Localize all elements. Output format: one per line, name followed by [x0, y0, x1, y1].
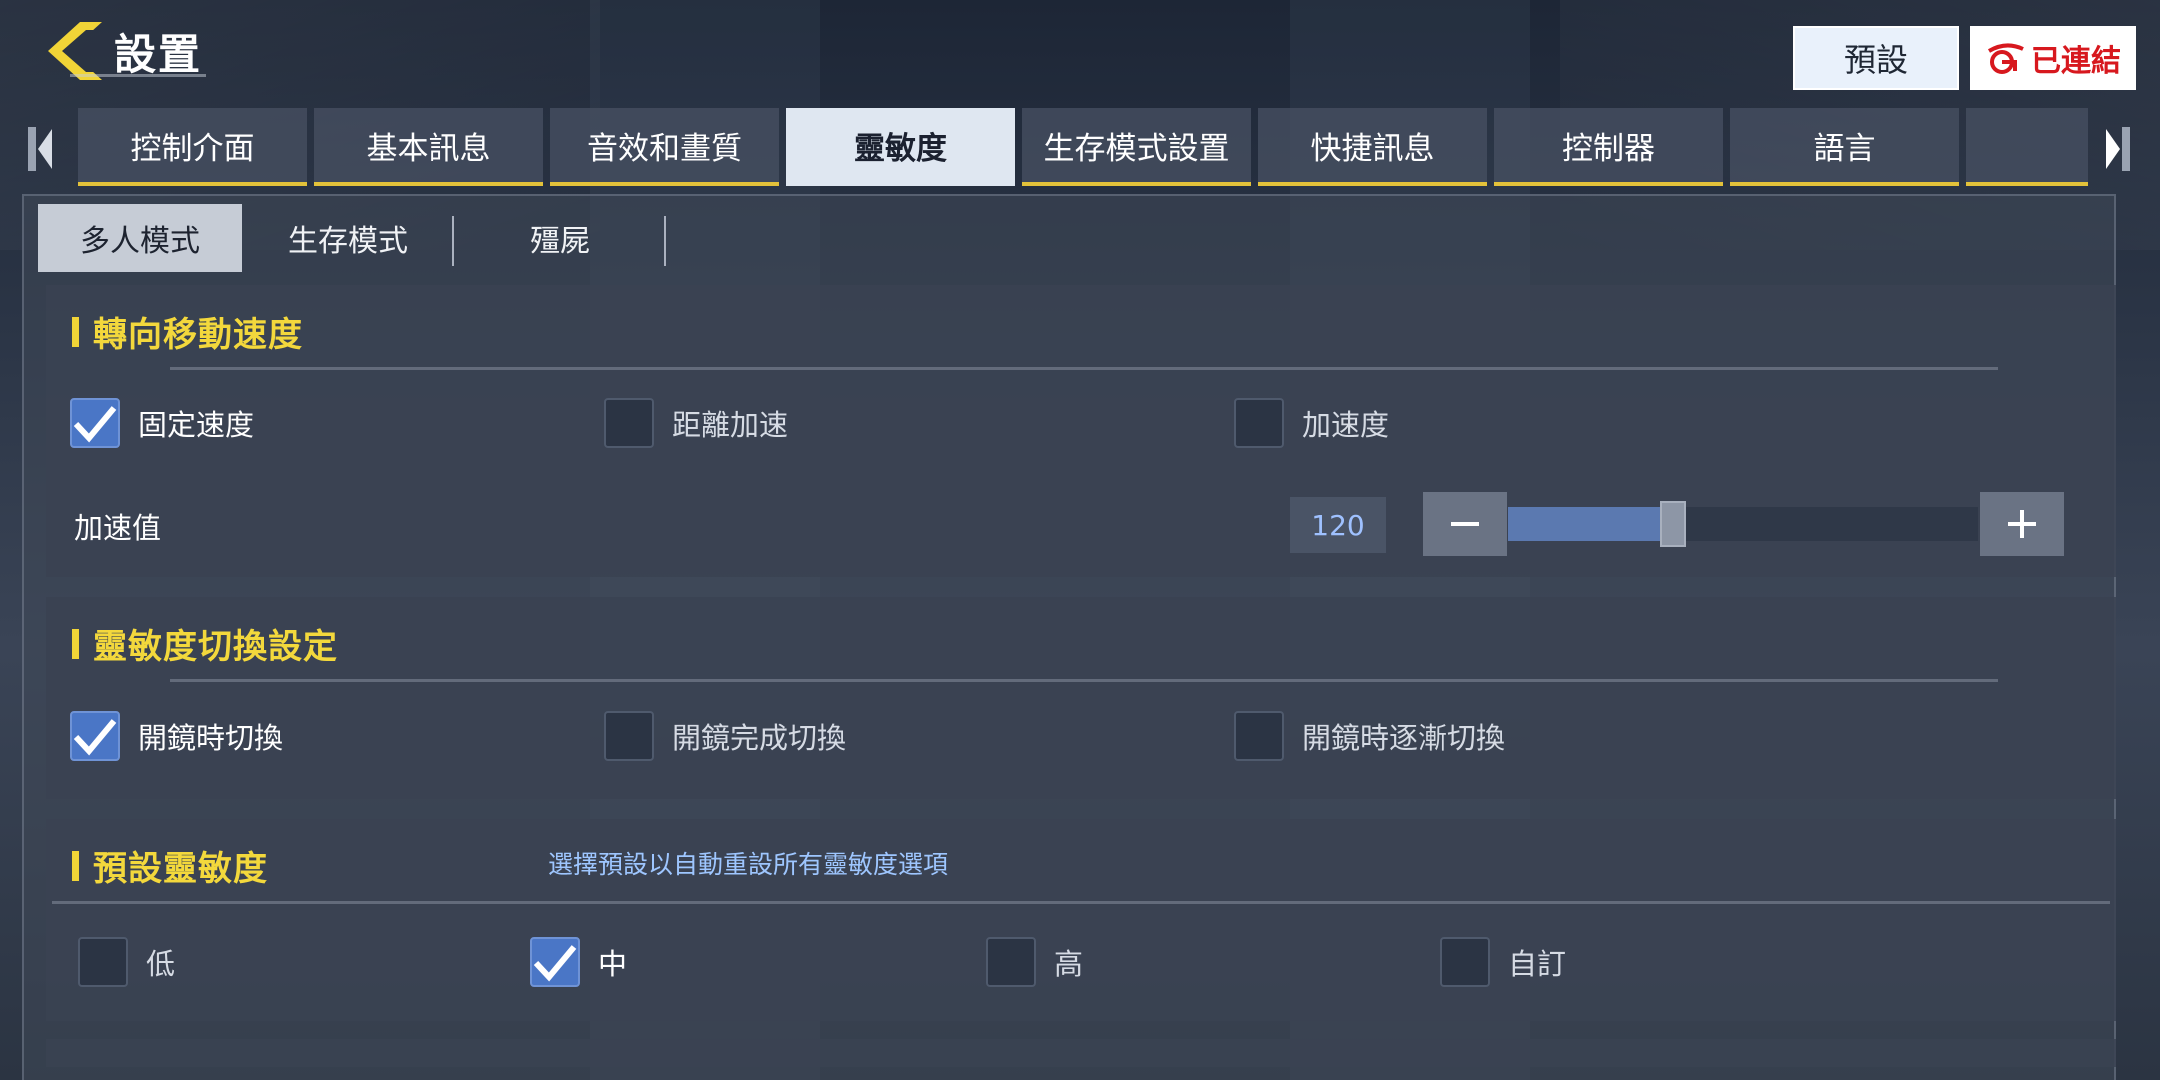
accel-slider[interactable]	[1508, 501, 1978, 547]
checkbox[interactable]	[78, 937, 128, 987]
checkbox[interactable]	[604, 711, 654, 761]
accel-value-label: 加速值	[74, 511, 162, 545]
tab-control-ui[interactable]: 控制介面	[78, 108, 307, 186]
subtab-zombies[interactable]: 殭屍	[454, 204, 666, 272]
checkbox[interactable]	[70, 398, 120, 448]
option-label: 固定速度	[138, 408, 255, 442]
option-label: 低	[146, 947, 176, 981]
connected-badge[interactable]: 已連結	[1970, 26, 2136, 90]
next-section-peek	[46, 1039, 2116, 1067]
title-marker	[72, 628, 79, 659]
minus-icon	[1451, 522, 1479, 526]
option-label: 開鏡時逐漸切換	[1302, 721, 1506, 755]
option-label: 高	[1054, 947, 1084, 981]
page-title: 設置	[114, 29, 203, 79]
chevron-right-icon	[2106, 127, 2130, 171]
option-acceleration[interactable]: 加速度	[1234, 398, 1389, 448]
section-title-text: 靈敏度切換設定	[93, 627, 338, 667]
option-switch-gradual[interactable]: 開鏡時逐漸切換	[1234, 711, 1505, 761]
option-high[interactable]: 高	[986, 937, 1083, 987]
option-low[interactable]: 低	[78, 937, 175, 987]
preset-hint: 選擇預設以自動重設所有靈敏度選項	[548, 850, 949, 879]
brand-logo-icon	[1987, 43, 2024, 74]
increase-button[interactable]	[1980, 492, 2064, 556]
option-label: 加速度	[1302, 408, 1390, 442]
plus-icon	[2008, 510, 2036, 538]
tab-audio-graphics[interactable]: 音效和畫質	[550, 108, 779, 186]
option-label: 開鏡時切換	[138, 721, 284, 755]
checkbox[interactable]	[530, 937, 580, 987]
turn-speed-section: 轉向移動速度 固定速度 距離加速 加速度 加速值 120	[46, 285, 2116, 577]
checkmark-icon	[73, 719, 117, 756]
checkbox[interactable]	[1440, 937, 1490, 987]
section-title: 靈敏度切換設定	[72, 619, 338, 668]
section-divider	[170, 679, 1998, 682]
option-switch-after-ads[interactable]: 開鏡完成切換	[604, 711, 846, 761]
option-medium[interactable]: 中	[530, 937, 627, 987]
option-label: 距離加速	[672, 408, 789, 442]
preset-sensitivity-section: 預設靈敏度 選擇預設以自動重設所有靈敏度選項 低 中 高 自訂	[46, 819, 2116, 1021]
tab-basic-info[interactable]: 基本訊息	[314, 108, 543, 186]
checkbox[interactable]	[1234, 398, 1284, 448]
option-label: 中	[598, 947, 628, 981]
option-switch-on-ads[interactable]: 開鏡時切換	[70, 711, 283, 761]
section-title-text: 預設靈敏度	[93, 849, 268, 889]
slider-handle[interactable]	[1659, 501, 1686, 547]
title-underline	[70, 74, 206, 77]
option-fixed-speed[interactable]: 固定速度	[70, 398, 254, 448]
option-label: 自訂	[1508, 947, 1567, 981]
checkbox[interactable]	[1234, 711, 1284, 761]
section-title: 預設靈敏度	[72, 841, 268, 890]
option-distance-accel[interactable]: 距離加速	[604, 398, 788, 448]
section-divider	[170, 367, 1998, 370]
tabs-scroll-left[interactable]	[24, 124, 58, 174]
checkmark-icon	[73, 406, 117, 443]
checkbox[interactable]	[70, 711, 120, 761]
section-title-text: 轉向移動速度	[93, 315, 303, 355]
title-marker	[72, 850, 79, 881]
tab-controller[interactable]: 控制器	[1494, 108, 1723, 186]
option-label: 開鏡完成切換	[672, 721, 847, 755]
slider-fill	[1508, 507, 1673, 541]
option-custom[interactable]: 自訂	[1440, 937, 1566, 987]
accel-value-display: 120	[1290, 497, 1386, 553]
tab-quick-chat[interactable]: 快捷訊息	[1258, 108, 1487, 186]
decrease-button[interactable]	[1423, 492, 1507, 556]
connected-label: 已連結	[2031, 44, 2121, 79]
mode-subtabs: 多人模式 生存模式 殭屍	[38, 204, 666, 272]
subtab-survival[interactable]: 生存模式	[242, 204, 454, 272]
title-marker	[72, 316, 79, 347]
tabs-scroll-right[interactable]	[2100, 124, 2134, 174]
tab-language[interactable]: 語言	[1730, 108, 1959, 186]
tab-survival-settings[interactable]: 生存模式設置	[1022, 108, 1251, 186]
checkmark-icon	[533, 945, 577, 982]
chevron-left-icon	[28, 127, 52, 171]
subtab-multiplayer[interactable]: 多人模式	[38, 204, 242, 272]
checkbox[interactable]	[604, 398, 654, 448]
preset-button[interactable]: 預設	[1793, 26, 1959, 90]
section-divider	[52, 901, 2110, 904]
checkbox[interactable]	[986, 937, 1036, 987]
main-tabs: 控制介面 基本訊息 音效和畫質 靈敏度 生存模式設置 快捷訊息 控制器 語言 其	[78, 108, 2088, 186]
tab-other[interactable]: 其	[1966, 108, 2088, 186]
tab-sensitivity[interactable]: 靈敏度	[786, 108, 1015, 186]
sensitivity-switch-section: 靈敏度切換設定 開鏡時切換 開鏡完成切換 開鏡時逐漸切換	[46, 597, 2116, 799]
section-title: 轉向移動速度	[72, 307, 303, 356]
